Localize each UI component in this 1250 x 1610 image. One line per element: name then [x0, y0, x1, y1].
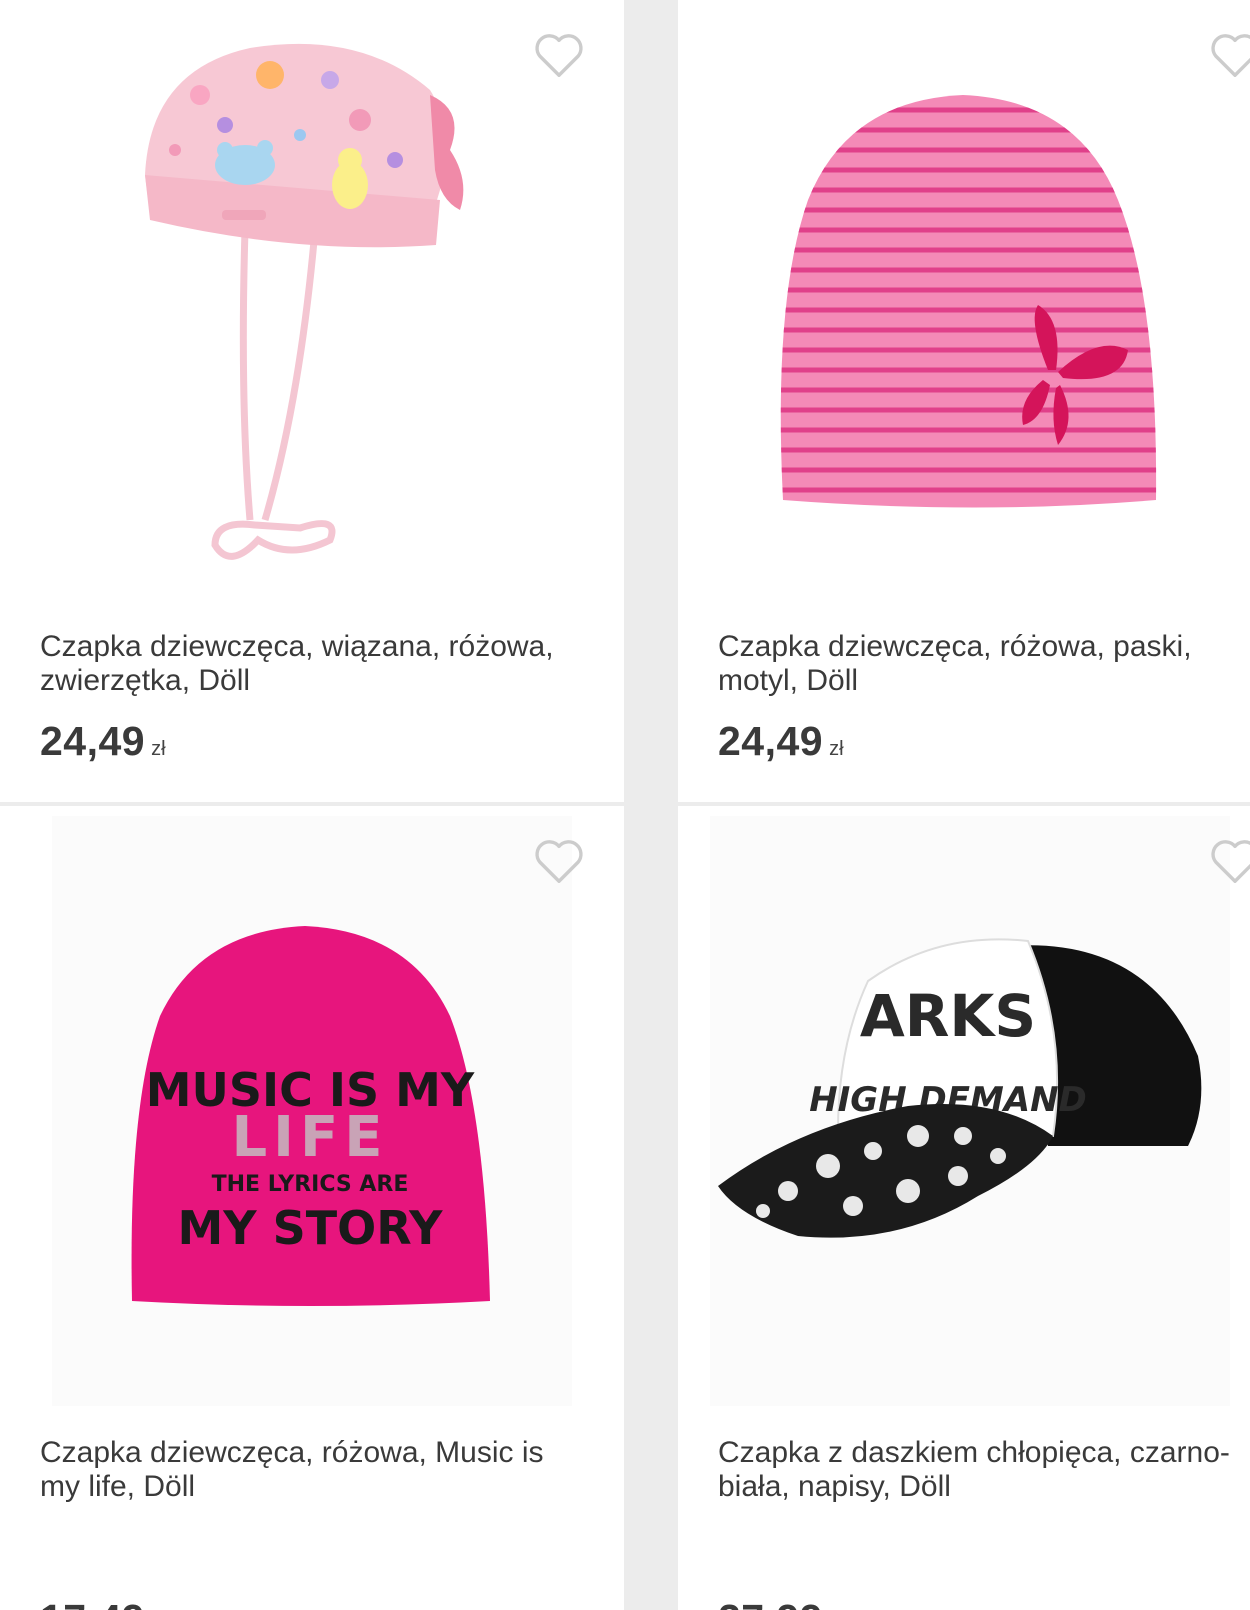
product-title[interactable]: Czapka dziewczęca, różowa, Music is my l…: [40, 1436, 580, 1504]
print-line-2: LIFE: [231, 1105, 388, 1170]
heart-icon[interactable]: [1208, 836, 1250, 886]
price-amount: 27,99: [718, 1596, 823, 1610]
pink-striped-beanie-image[interactable]: [678, 0, 1250, 600]
price-currency: zł: [829, 738, 844, 760]
price-amount: 24,49: [40, 718, 146, 764]
heart-icon[interactable]: [532, 836, 586, 886]
print-line-4: MY STORY: [178, 1201, 444, 1255]
heart-icon[interactable]: [532, 30, 586, 80]
pink-bandana-hat-image[interactable]: [0, 0, 624, 600]
product-title[interactable]: Czapka dziewczęca, wiązana, różowa, zwie…: [40, 630, 580, 698]
product-card[interactable]: ARKS HIGH DEMAND Czapka z daszkiem chłop…: [678, 806, 1250, 1610]
product-card[interactable]: Czapka dziewczęca, różowa, paski, motyl,…: [678, 0, 1250, 802]
price-amount: 24,49: [718, 718, 824, 764]
product-title[interactable]: Czapka dziewczęca, różowa, paski, motyl,…: [718, 630, 1250, 698]
product-price: 17,49zł: [40, 1596, 166, 1610]
product-card[interactable]: MUSIC IS MY LIFE THE LYRICS ARE MY STORY…: [0, 806, 624, 1610]
print-line-3: THE LYRICS ARE: [212, 1172, 409, 1197]
magenta-music-beanie-image[interactable]: MUSIC IS MY LIFE THE LYRICS ARE MY STORY: [0, 806, 624, 1426]
heart-icon[interactable]: [1208, 30, 1250, 80]
product-price: 24,49 zł: [718, 718, 844, 765]
product-card[interactable]: Czapka dziewczęca, wiązana, różowa, zwie…: [0, 0, 624, 802]
cap-print-line-1: ARKS: [860, 982, 1036, 1050]
product-grid: Czapka dziewczęca, wiązana, różowa, zwie…: [0, 0, 1250, 1610]
product-price: 24,49 zł: [40, 718, 166, 765]
black-white-baseball-cap-image[interactable]: ARKS HIGH DEMAND: [678, 806, 1250, 1426]
product-price: 27,99zł: [718, 1596, 844, 1610]
price-currency: zł: [151, 738, 166, 760]
product-title[interactable]: Czapka z daszkiem chłopięca, czarno-biał…: [718, 1436, 1250, 1504]
price-amount: 17,49: [40, 1596, 145, 1610]
